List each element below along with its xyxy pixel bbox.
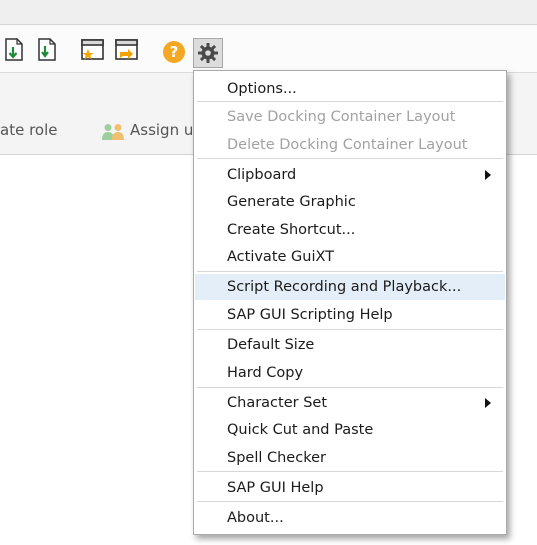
menu-item-about[interactable]: About...	[195, 505, 505, 531]
menu-separator	[197, 158, 503, 159]
menu-separator	[197, 271, 503, 272]
menu-item-quick-cut-paste[interactable]: Quick Cut and Paste	[195, 417, 505, 443]
menu-item-delete-docking-layout: Delete Docking Container Layout	[227, 137, 468, 153]
menu-item-sap-gui-help[interactable]: SAP GUI Help	[195, 475, 505, 501]
menu-item-character-set[interactable]: Character Set	[195, 390, 505, 416]
assign-users-icon	[102, 124, 124, 140]
menu-item-options[interactable]: Options...	[195, 76, 505, 102]
help-icon[interactable]: ?	[162, 40, 186, 64]
create-role-button-label[interactable]: ate role	[0, 121, 57, 139]
assign-users-button-label[interactable]: Assign u	[130, 121, 193, 139]
menu-item-default-size[interactable]: Default Size	[195, 332, 505, 358]
menu-separator	[197, 101, 503, 102]
settings-button[interactable]	[193, 38, 223, 68]
gear-icon	[198, 43, 218, 63]
settings-dropdown-menu: Options... Save Docking Container Layout…	[193, 70, 507, 535]
menu-item-save-docking-layout: Save Docking Container Layout	[227, 109, 456, 125]
window-title-bar	[0, 0, 537, 25]
menu-item-script-recording[interactable]: Script Recording and Playback...	[195, 274, 505, 300]
favorite-add-icon[interactable]	[80, 38, 106, 62]
menu-item-generate-graphic[interactable]: Generate Graphic	[195, 189, 505, 215]
menu-item-activate-guixt[interactable]: Activate GuiXT	[195, 244, 505, 270]
svg-text:?: ?	[170, 43, 179, 61]
menu-item-clipboard[interactable]: Clipboard	[195, 162, 505, 188]
download-page-icon[interactable]	[35, 38, 59, 62]
favorite-edit-icon[interactable]	[114, 38, 140, 62]
menu-separator	[197, 501, 503, 502]
menu-item-create-shortcut[interactable]: Create Shortcut...	[195, 217, 505, 243]
menu-separator	[197, 329, 503, 330]
menu-item-spell-checker[interactable]: Spell Checker	[195, 445, 505, 471]
menu-item-hard-copy[interactable]: Hard Copy	[195, 360, 505, 386]
menu-item-scripting-help[interactable]: SAP GUI Scripting Help	[195, 302, 505, 328]
download-page-icon[interactable]	[3, 38, 25, 62]
menu-separator	[197, 387, 503, 388]
submenu-arrow-icon	[485, 398, 491, 408]
toolbar: ?	[0, 25, 537, 73]
menu-separator	[197, 471, 503, 472]
submenu-arrow-icon	[485, 170, 491, 180]
